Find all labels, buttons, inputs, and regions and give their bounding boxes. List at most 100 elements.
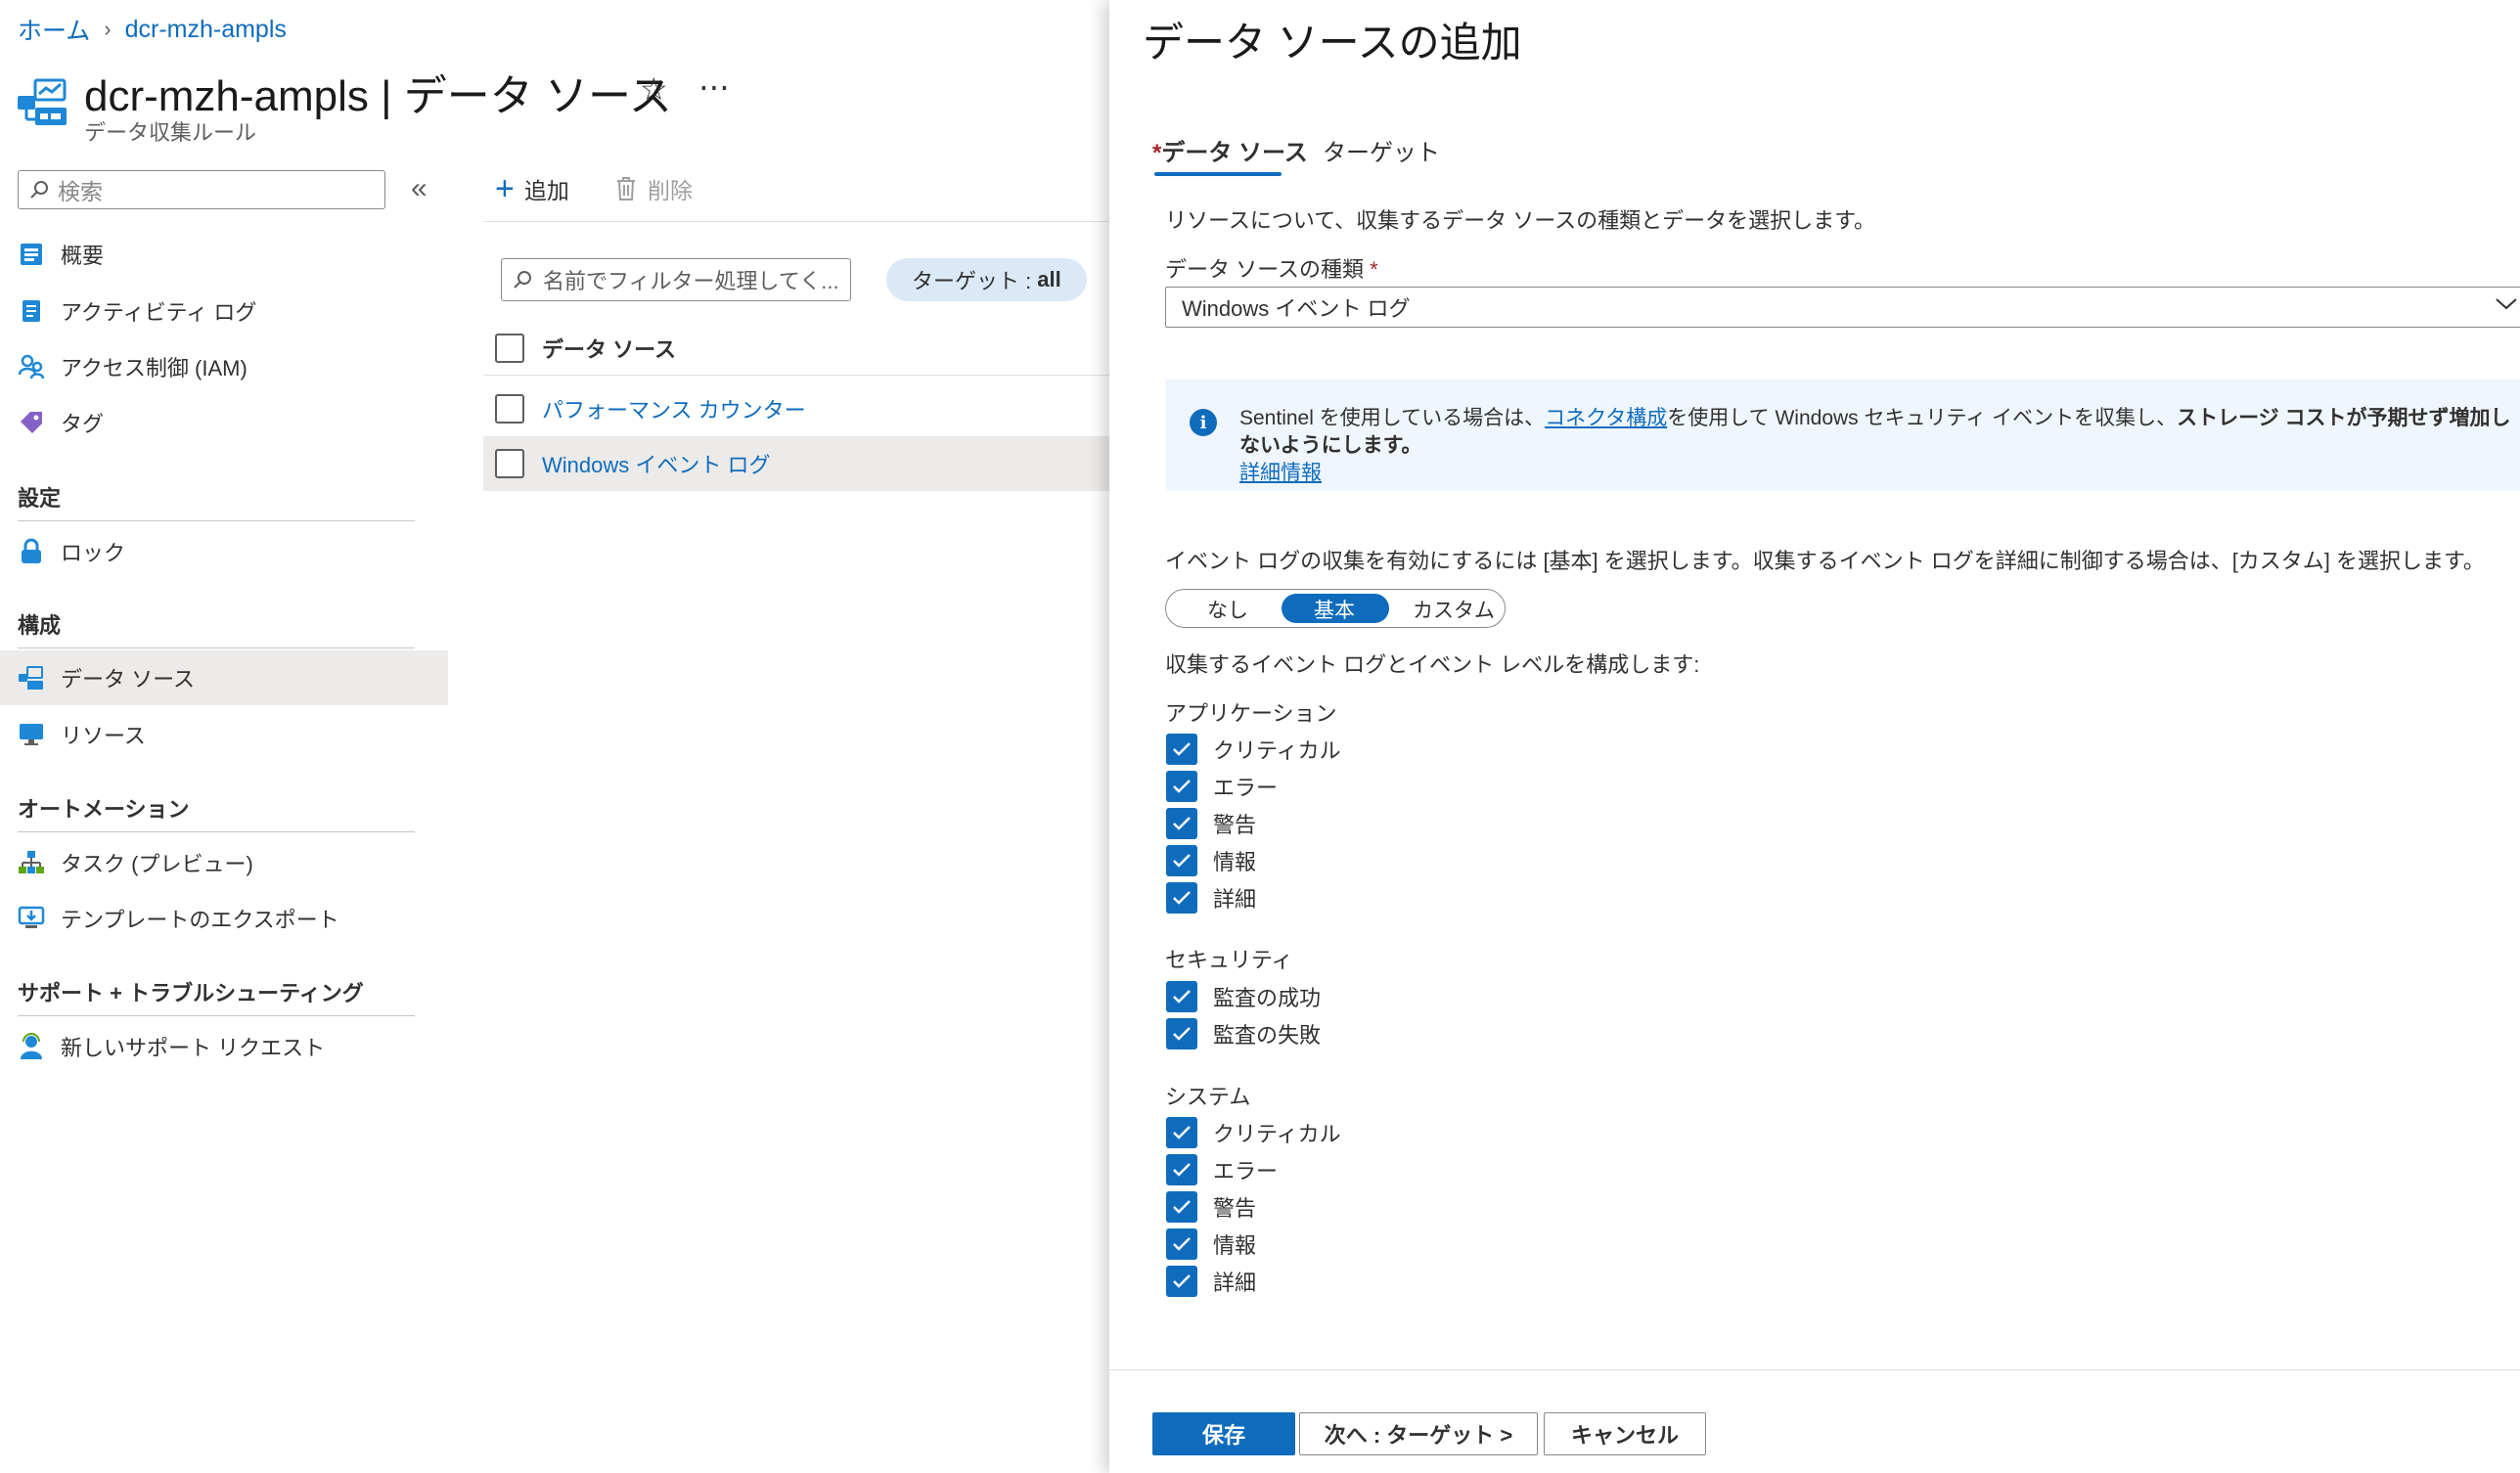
favorite-star-icon[interactable]: ☆	[640, 70, 668, 108]
row-link[interactable]: パフォーマンス カウンター	[542, 393, 806, 424]
checkbox-label: 警告	[1213, 1196, 1257, 1221]
sidebar-item-label: データ ソース	[61, 667, 196, 692]
tasks-icon	[18, 849, 45, 876]
checkbox-sys-information[interactable]: 情報	[1166, 1228, 1256, 1260]
target-filter-value: all	[1037, 267, 1061, 291]
sidebar-item-overview[interactable]: 概要	[0, 227, 448, 282]
sidebar-item-resources[interactable]: リソース	[0, 707, 448, 762]
learn-more-link[interactable]: 詳細情報	[1239, 462, 1322, 484]
checkbox-label: 詳細	[1213, 1271, 1257, 1295]
data-source-type-dropdown[interactable]: Windows イベント ログ	[1165, 287, 2520, 328]
tab-label: ターゲット	[1323, 140, 1440, 166]
checkbox-label: エラー	[1213, 776, 1279, 800]
checkmark-icon	[1166, 1191, 1197, 1223]
group-label-system: システム	[1165, 1085, 1251, 1109]
search-icon	[514, 271, 531, 289]
checkbox-sys-verbose[interactable]: 詳細	[1166, 1266, 1256, 1297]
info-message-bar: Sentinel を使用している場合は、コネクタ構成を使用して Windows …	[1165, 379, 2520, 491]
checkmark-icon	[1166, 1154, 1197, 1185]
checkbox-label: 警告	[1213, 813, 1257, 837]
sidebar-item-label: リソース	[61, 724, 146, 748]
activity-log-icon	[18, 297, 45, 325]
table-row[interactable]: Windows イベント ログ	[483, 436, 1109, 491]
save-button[interactable]: 保存	[1152, 1412, 1295, 1455]
checkbox-label: エラー	[1213, 1159, 1279, 1183]
target-filter-label: ターゲット :	[912, 269, 1032, 293]
chevron-down-icon[interactable]	[2493, 290, 2520, 320]
checkbox-label: 監査の失敗	[1213, 1023, 1322, 1048]
name-filter-input[interactable]: 名前でフィルター処理してく...	[501, 258, 851, 301]
target-filter-pill[interactable]: ターゲット : all	[886, 258, 1087, 301]
sidebar-item-support-request[interactable]: 新しいサポート リクエスト	[0, 1019, 448, 1074]
sidebar-item-label: アクセス制御 (IAM)	[61, 356, 248, 380]
checkmark-icon	[1166, 1266, 1197, 1297]
row-checkbox[interactable]	[495, 449, 524, 478]
checkmark-icon	[1166, 808, 1197, 839]
sidebar-item-tasks[interactable]: タスク (プレビュー)	[0, 835, 448, 890]
next-target-button[interactable]: 次へ : ターゲット >	[1299, 1412, 1538, 1455]
collapse-sidebar-icon[interactable]: «	[411, 172, 428, 205]
checkbox-app-critical[interactable]: クリティカル	[1166, 734, 1341, 765]
sidebar-item-label: 概要	[61, 244, 105, 268]
active-tab-indicator	[1154, 172, 1282, 176]
mode-option-none[interactable]: なし	[1207, 595, 1248, 624]
checkbox-sys-warning[interactable]: 警告	[1166, 1191, 1256, 1223]
page-title: dcr-mzh-ampls | データ ソース	[84, 72, 672, 120]
info-icon: i	[1190, 409, 1217, 436]
checkbox-label: 詳細	[1213, 887, 1257, 912]
checkbox-app-error[interactable]: エラー	[1166, 771, 1278, 802]
sidebar-item-label: 新しいサポート リクエスト	[61, 1036, 326, 1060]
mode-option-custom[interactable]: カスタム	[1413, 595, 1495, 624]
sidebar-item-iam[interactable]: アクセス制御 (IAM)	[0, 339, 448, 394]
breadcrumb: ホーム › dcr-mzh-ampls	[18, 12, 287, 47]
section-config: 構成	[18, 613, 62, 638]
tab-data-source[interactable]: *データ ソース	[1152, 133, 1308, 167]
sidebar-item-data-source[interactable]: データ ソース	[0, 650, 448, 705]
plus-icon: +	[495, 170, 515, 207]
sidebar-item-activity-log[interactable]: アクティビティ ログ	[0, 284, 448, 338]
filter-placeholder: 名前でフィルター処理してく...	[543, 269, 839, 293]
dropdown-value: Windows イベント ログ	[1182, 296, 1411, 321]
checkbox-audit-success[interactable]: 監査の成功	[1166, 981, 1321, 1012]
divider	[18, 1015, 415, 1016]
row-checkbox[interactable]	[495, 394, 524, 424]
pane-description: リソースについて、収集するデータ ソースの種類とデータを選択します。	[1165, 208, 1875, 233]
checkbox-app-verbose[interactable]: 詳細	[1166, 882, 1256, 914]
info-text: を使用して Windows セキュリティ イベントを収集し、	[1667, 407, 2178, 429]
more-options-icon[interactable]: ⋯	[698, 68, 732, 106]
checkbox-app-information[interactable]: 情報	[1166, 845, 1256, 876]
sidebar-item-label: タスク (プレビュー)	[61, 852, 253, 876]
tab-target[interactable]: ターゲット	[1323, 133, 1440, 167]
checkbox-label: クリティカル	[1213, 1122, 1341, 1146]
cancel-button[interactable]: キャンセル	[1544, 1412, 1706, 1455]
breadcrumb-home[interactable]: ホーム	[18, 12, 90, 47]
delete-label: 削除	[648, 178, 693, 203]
group-label-security: セキュリティ	[1165, 948, 1293, 972]
table-row[interactable]: パフォーマンス カウンター	[483, 381, 1109, 436]
checkbox-sys-critical[interactable]: クリティカル	[1166, 1117, 1341, 1148]
add-button[interactable]: + 追加	[495, 172, 569, 205]
mode-option-basic[interactable]: 基本	[1314, 595, 1355, 624]
search-placeholder: 検索	[58, 179, 103, 204]
connector-config-link[interactable]: コネクタ構成	[1545, 407, 1667, 429]
checkmark-icon	[1166, 1018, 1197, 1049]
column-header-data-source: データ ソース	[542, 336, 677, 362]
divider	[18, 831, 415, 832]
footer-divider	[1109, 1369, 2520, 1370]
section-automation: オートメーション	[18, 797, 190, 822]
checkbox-audit-failure[interactable]: 監査の失敗	[1166, 1018, 1321, 1049]
checkbox-sys-error[interactable]: エラー	[1166, 1154, 1278, 1185]
sidebar-item-lock[interactable]: ロック	[0, 524, 448, 579]
select-all-checkbox[interactable]	[495, 333, 524, 363]
support-request-icon	[18, 1033, 45, 1060]
breadcrumb-resource[interactable]: dcr-mzh-ampls	[125, 16, 287, 44]
tab-label: データ ソース	[1161, 140, 1308, 166]
sidebar-item-tags[interactable]: タグ	[0, 395, 448, 450]
sidebar-item-export-template[interactable]: テンプレートのエクスポート	[0, 891, 448, 946]
checkmark-icon	[1166, 771, 1197, 802]
delete-button[interactable]: 削除	[614, 172, 693, 205]
checkbox-app-warning[interactable]: 警告	[1166, 808, 1256, 839]
required-asterisk: *	[1152, 140, 1162, 166]
sidebar-search-input[interactable]: 検索	[18, 170, 385, 209]
row-link[interactable]: Windows イベント ログ	[542, 448, 770, 479]
